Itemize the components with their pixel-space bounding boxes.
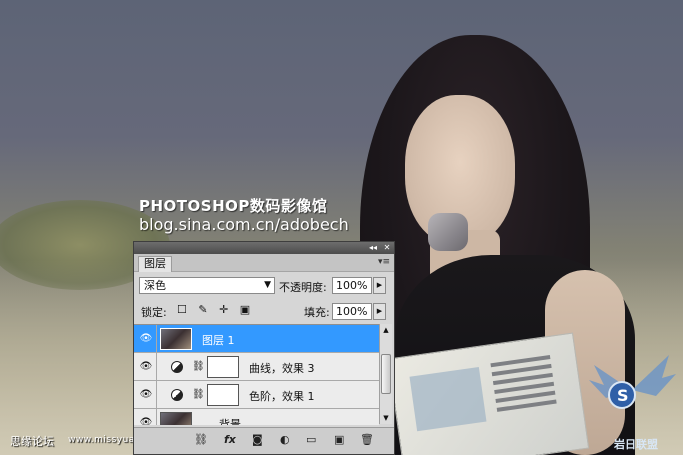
divider [156,409,157,425]
lock-label: 锁定: [141,306,167,319]
adjustment-layer-icon [171,361,183,373]
eye-icon[interactable]: 👁 [137,332,155,346]
eye-icon[interactable]: 👁 [137,360,155,374]
opacity-input[interactable]: 100% [332,277,372,294]
lock-options-icon[interactable]: ☐ ✎ ✛ ▣ [177,303,254,316]
fill-label: 填充: [304,306,330,319]
layer-mask-thumbnail[interactable] [207,384,239,406]
scrollbar-thumb[interactable] [381,354,391,394]
tab-layers[interactable]: 图层 [138,256,172,272]
watermark-url: blog.sina.com.cn/adobech [139,215,349,234]
adjustment-layer-icon [171,389,183,401]
watermark-title: PHOTOSHOP数码影像馆 [139,197,328,215]
fx-icon[interactable]: fx [224,433,236,446]
close-icon[interactable]: ✕ [382,243,392,252]
layer-list-scrollbar[interactable]: ▲ ▼ [379,324,392,424]
logo-text: 岩日联盟 [614,438,658,451]
eye-icon[interactable]: 👁 [137,416,155,425]
mask-icon[interactable]: ◙ [252,433,263,446]
opacity-label: 不透明度: [279,281,327,294]
divider [156,325,157,353]
winged-s-logo-icon: S [589,355,676,409]
panel-titlebar[interactable]: ◂◂ ✕ [134,242,394,254]
layer-thumbnail [160,328,192,350]
layers-panel: ◂◂ ✕ 图层 ▾≡ 深色 ▼ 不透明度: 100% ▶ 锁定: ☐ ✎ ✛ ▣… [133,241,395,455]
link-icon[interactable]: ⛓ [194,433,208,446]
opacity-slider-arrow-icon[interactable]: ▶ [373,277,386,294]
scroll-down-icon[interactable]: ▼ [380,412,392,424]
fill-slider-arrow-icon[interactable]: ▶ [373,303,386,320]
chain-link-icon[interactable]: ⛓ [192,389,205,400]
adjustment-icon[interactable]: ◐ [280,433,290,446]
layer-name: 背景 [219,418,241,425]
blend-mode-select[interactable]: 深色 ▼ [139,277,275,294]
layer-row[interactable]: 👁 图层 1 [134,325,379,353]
panel-bottom-bar: ⛓ fx ◙ ◐ ▭ ▣ 🗑 [134,427,394,454]
layer-row[interactable]: 👁 ⛓ 曲线，效果 3 [134,353,379,381]
lock-fill-row: 锁定: ☐ ✎ ✛ ▣ 填充: 100% ▶ [134,300,394,322]
divider [156,353,157,381]
eye-icon[interactable]: 👁 [137,388,155,402]
folder-icon[interactable]: ▭ [306,433,316,446]
trash-icon[interactable]: 🗑 [360,433,374,446]
layer-mask-thumbnail[interactable] [207,356,239,378]
footer-site-name: 思缘论坛 [10,435,54,448]
divider [156,381,157,409]
blend-opacity-row: 深色 ▼ 不透明度: 100% ▶ [134,275,394,297]
layer-list: 👁 图层 1 👁 ⛓ 曲线，效果 3 👁 ⛓ 色阶，效果 1 👁 背景 [134,324,379,425]
new-layer-icon[interactable]: ▣ [334,433,344,446]
svg-text:S: S [617,386,629,405]
layer-row[interactable]: 👁 背景 [134,409,379,425]
blend-mode-value: 深色 [144,279,166,292]
fill-input[interactable]: 100% [332,303,372,320]
layer-name: 图层 1 [202,334,235,347]
layer-thumbnail [160,412,192,425]
layer-name: 色阶，效果 1 [249,390,315,403]
panel-tab-row: 图层 ▾≡ [134,254,394,272]
chain-link-icon[interactable]: ⛓ [192,361,205,372]
panel-menu-icon[interactable]: ▾≡ [378,257,390,267]
layer-name: 曲线，效果 3 [249,362,315,375]
layer-row[interactable]: 👁 ⛓ 色阶，效果 1 [134,381,379,409]
dropdown-arrow-icon: ▼ [264,280,271,290]
scroll-up-icon[interactable]: ▲ [380,324,392,336]
collapse-icon[interactable]: ◂◂ [368,243,378,252]
phone [428,213,468,251]
